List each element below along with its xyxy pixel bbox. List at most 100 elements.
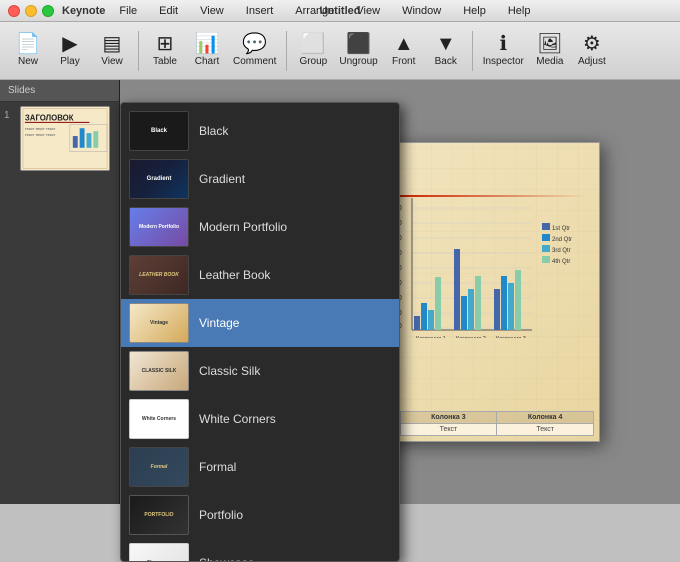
toolbar-separator-3 <box>472 31 473 71</box>
theme-item-leather-book[interactable]: LEATHER BOOK Leather Book <box>121 251 399 299</box>
group-button[interactable]: ⬜ Group <box>293 31 333 70</box>
adjust-button[interactable]: ⚙ Adjust <box>572 31 612 70</box>
svg-text:3rd Qtr: 3rd Qtr <box>552 248 571 254</box>
svg-text:2nd Qtr: 2nd Qtr <box>552 237 572 243</box>
maximize-button[interactable] <box>42 5 54 17</box>
theme-item-showcase[interactable]: Showcase Showcase <box>121 539 399 562</box>
play-label: Play <box>60 56 79 67</box>
media-label: Media <box>536 56 563 67</box>
menu-help2[interactable]: Help <box>504 3 535 19</box>
menu-help[interactable]: Help <box>459 3 490 19</box>
adjust-label: Adjust <box>578 56 606 67</box>
app-name: Keynote <box>62 5 105 17</box>
theme-thumbnail-black: Black <box>129 111 189 151</box>
slide-number-1: 1 <box>4 110 16 121</box>
view-button[interactable]: ▤ View <box>92 31 132 70</box>
view-icon: ▤ <box>103 34 122 54</box>
theme-label-gradient: Gradient <box>199 172 245 186</box>
theme-thumbnail-vintage: Vintage <box>129 303 189 343</box>
theme-item-formal[interactable]: Formal Formal <box>121 443 399 491</box>
back-label: Back <box>435 56 457 67</box>
view-label: View <box>101 56 123 67</box>
menu-window[interactable]: Window <box>398 3 445 19</box>
theme-label-portfolio: Portfolio <box>199 508 243 522</box>
front-button[interactable]: ▲ Front <box>384 31 424 70</box>
group-label: Group <box>299 56 327 67</box>
theme-label-black: Black <box>199 124 228 138</box>
ungroup-icon: ⬛ <box>346 34 371 54</box>
svg-text:Компания 1: Компания 1 <box>416 336 446 338</box>
inspector-label: Inspector <box>483 56 524 67</box>
group-icon: ⬜ <box>301 34 326 54</box>
theme-dropdown[interactable]: Black Black Gradient Gradient Modern Por… <box>120 102 400 562</box>
svg-text:Компания 3: Компания 3 <box>496 336 526 338</box>
window-title: Untitled <box>320 5 361 17</box>
theme-item-black[interactable]: Black Black <box>121 107 399 155</box>
table-label: Table <box>153 56 177 67</box>
sidebar-header: Slides <box>0 80 119 102</box>
menu-file[interactable]: File <box>115 3 141 19</box>
comment-button[interactable]: 💬 Comment <box>229 31 280 70</box>
media-icon: 🖼 <box>537 34 562 54</box>
theme-thumbnail-modern: Modern Portfolio <box>129 207 189 247</box>
table-cell-1-4: Текст <box>497 424 594 436</box>
minimize-button[interactable] <box>25 5 37 17</box>
ungroup-button[interactable]: ⬛ Ungroup <box>335 31 381 70</box>
theme-thumbnail-portfolio: PORTFOLIO <box>129 495 189 535</box>
menu-insert[interactable]: Insert <box>242 3 278 19</box>
slide-chart: 90 80 70 60 50 40 30 20 10 <box>394 198 594 338</box>
slide-thumbnail-1[interactable]: ЗАГОЛОВОК текст текст текст текст текст … <box>20 106 110 171</box>
col-header-3: Колонка 3 <box>400 412 497 424</box>
comment-icon: 💬 <box>242 34 267 54</box>
theme-item-white-corners[interactable]: White Corners White Corners <box>121 395 399 443</box>
chart-icon: 📊 <box>195 34 220 54</box>
traffic-lights <box>8 5 54 17</box>
slide-item-1[interactable]: 1 ЗАГОЛОВОК текст текст текст текст текс… <box>4 106 115 171</box>
theme-item-portfolio[interactable]: PORTFOLIO Portfolio <box>121 491 399 539</box>
adjust-icon: ⚙ <box>583 34 601 54</box>
sidebar: Slides 1 ЗАГОЛОВОК текст текст текст тек… <box>0 80 120 504</box>
theme-item-modern-portfolio[interactable]: Modern Portfolio Modern Portfolio <box>121 203 399 251</box>
close-button[interactable] <box>8 5 20 17</box>
comment-label: Comment <box>233 56 276 67</box>
back-button[interactable]: ▼ Back <box>426 31 466 70</box>
toolbar-separator-1 <box>138 31 139 71</box>
theme-thumbnail-gradient: Gradient <box>129 159 189 199</box>
menu-view[interactable]: View <box>196 3 228 19</box>
theme-label-leather: Leather Book <box>199 268 270 282</box>
svg-text:Компания 2: Компания 2 <box>456 336 486 338</box>
chart-svg: 90 80 70 60 50 40 30 20 10 <box>394 198 594 338</box>
theme-thumbnail-white: White Corners <box>129 399 189 439</box>
chart-label: Chart <box>195 56 219 67</box>
media-button[interactable]: 🖼 Media <box>530 31 570 70</box>
svg-text:ЗАГОЛОВОК: ЗАГОЛОВОК <box>25 113 74 122</box>
svg-text:текст текст текст: текст текст текст <box>25 132 56 137</box>
theme-thumbnail-leather: LEATHER BOOK <box>129 255 189 295</box>
inspector-icon: ℹ <box>499 34 507 54</box>
play-button[interactable]: ▶ Play <box>50 31 90 70</box>
theme-label-modern: Modern Portfolio <box>199 220 287 234</box>
table-button[interactable]: ⊞ Table <box>145 31 185 70</box>
svg-text:1st Qtr: 1st Qtr <box>552 226 570 232</box>
inspector-button[interactable]: ℹ Inspector <box>479 31 528 70</box>
table-icon: ⊞ <box>157 34 174 54</box>
chart-button[interactable]: 📊 Chart <box>187 31 227 70</box>
play-icon: ▶ <box>62 34 77 54</box>
back-icon: ▼ <box>436 34 456 54</box>
theme-label-vintage: Vintage <box>199 316 239 330</box>
col-header-4: Колонка 4 <box>497 412 594 424</box>
new-icon: 📄 <box>16 34 41 54</box>
theme-item-gradient[interactable]: Gradient Gradient <box>121 155 399 203</box>
slides-list: 1 ЗАГОЛОВОК текст текст текст текст текс… <box>0 102 119 504</box>
theme-label-formal: Formal <box>199 460 236 474</box>
ungroup-label: Ungroup <box>339 56 377 67</box>
theme-label-white: White Corners <box>199 412 276 426</box>
main-area: Slides 1 ЗАГОЛОВОК текст текст текст тек… <box>0 80 680 504</box>
menu-edit[interactable]: Edit <box>155 3 182 19</box>
new-button[interactable]: 📄 New <box>8 31 48 70</box>
theme-item-vintage[interactable]: Vintage Vintage <box>121 299 399 347</box>
theme-item-classic-silk[interactable]: CLASSIC SILK Classic Silk <box>121 347 399 395</box>
svg-text:текст текст текст: текст текст текст <box>25 126 56 131</box>
toolbar-separator-2 <box>286 31 287 71</box>
theme-thumbnail-classic: CLASSIC SILK <box>129 351 189 391</box>
